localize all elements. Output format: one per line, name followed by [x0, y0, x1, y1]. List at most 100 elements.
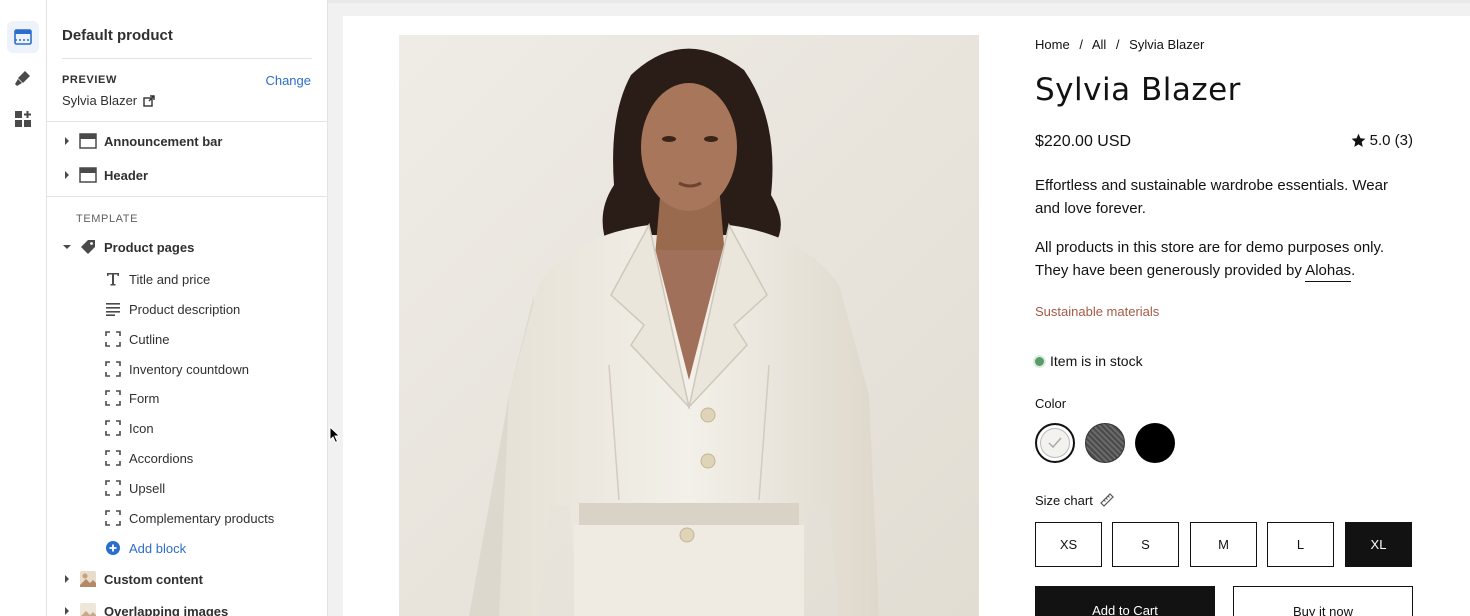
- breadcrumb: Home / All / Sylvia Blazer: [1035, 37, 1210, 52]
- block-label: Inventory countdown: [129, 361, 249, 377]
- size-option-s[interactable]: S: [1112, 522, 1179, 567]
- block-form[interactable]: Form: [103, 386, 159, 410]
- block-label: Title and price: [129, 271, 211, 287]
- breadcrumb-home[interactable]: Home: [1035, 37, 1070, 52]
- block-label: Upsell: [129, 480, 166, 496]
- add-block-button[interactable]: Add block: [103, 536, 186, 560]
- plus-circle-icon: [103, 538, 123, 558]
- size-option-xs[interactable]: XS: [1035, 522, 1102, 567]
- breadcrumb-all[interactable]: All: [1092, 37, 1106, 52]
- add-block-label: Add block: [129, 540, 187, 556]
- caret-right-icon[interactable]: [62, 575, 72, 583]
- app-block-icon: [103, 388, 123, 408]
- block-inventory-countdown[interactable]: Inventory countdown: [103, 357, 249, 381]
- section-announcement-bar[interactable]: Announcement bar: [62, 129, 222, 153]
- stock-status: Item is in stock: [1035, 353, 1143, 369]
- block-icon[interactable]: Icon: [103, 416, 154, 440]
- size-option-m[interactable]: M: [1190, 522, 1257, 567]
- icon-rail: [0, 0, 47, 616]
- section-label: Header: [104, 167, 149, 183]
- app-block-icon: [103, 448, 123, 468]
- template-title: Default product: [62, 27, 173, 44]
- section-header[interactable]: Header: [62, 163, 148, 187]
- image-thumbnail-icon: [78, 601, 98, 616]
- buy-it-now-button[interactable]: Buy it now: [1233, 586, 1413, 616]
- app-block-icon: [103, 508, 123, 528]
- size-chart-link[interactable]: Size chart: [1035, 492, 1115, 508]
- size-chart-label: Size chart: [1035, 492, 1093, 508]
- theme-settings-brush-icon[interactable]: [7, 62, 39, 94]
- section-label: Overlapping images: [104, 603, 229, 616]
- app-block-icon: [103, 359, 123, 379]
- product-image[interactable]: [399, 35, 979, 616]
- block-label: Accordions: [129, 450, 194, 466]
- template-label: TEMPLATE: [76, 213, 139, 225]
- layout-section-icon: [78, 165, 98, 185]
- block-accordions[interactable]: Accordions: [103, 446, 193, 470]
- breadcrumb-separator: /: [1115, 37, 1120, 52]
- external-link-icon: [143, 94, 155, 107]
- ruler-icon: [1099, 493, 1114, 507]
- color-swatch-charcoal[interactable]: [1085, 423, 1125, 463]
- block-cutline[interactable]: Cutline: [103, 327, 169, 351]
- stock-label: Item is in stock: [1050, 353, 1143, 369]
- editor-sidebar: Default product PREVIEW Change Sylvia Bl…: [47, 0, 328, 616]
- caret-down-icon[interactable]: [62, 244, 72, 250]
- preview-product-name: Sylvia Blazer: [62, 93, 138, 108]
- tag-icon: [78, 237, 98, 257]
- size-option-xl[interactable]: XL: [1345, 522, 1412, 567]
- block-complementary-products[interactable]: Complementary products: [103, 506, 274, 530]
- alohas-link[interactable]: Alohas: [1305, 262, 1352, 282]
- block-title-and-price[interactable]: Title and price: [103, 267, 210, 291]
- add-to-cart-button[interactable]: Add to Cart: [1035, 586, 1215, 616]
- section-label: Product pages: [104, 239, 195, 255]
- block-label: Cutline: [129, 331, 170, 347]
- star-icon: [1351, 133, 1365, 147]
- app-block-icon: [103, 418, 123, 438]
- sections-icon[interactable]: [7, 21, 39, 53]
- check-icon: [1048, 437, 1062, 449]
- section-product-pages[interactable]: Product pages: [62, 235, 194, 259]
- divider: [47, 196, 327, 197]
- change-preview-link[interactable]: Change: [265, 73, 311, 88]
- paragraph-icon: [103, 299, 123, 319]
- product-title: Sylvia Blazer: [1035, 72, 1241, 108]
- section-label: Announcement bar: [104, 133, 223, 149]
- caret-right-icon[interactable]: [62, 171, 72, 179]
- product-description: Effortless and sustainable wardrobe esse…: [1035, 177, 1388, 217]
- color-swatch-black[interactable]: [1135, 423, 1175, 463]
- stock-dot-icon: [1035, 356, 1044, 366]
- breadcrumb-separator: /: [1079, 37, 1083, 52]
- layout-section-icon: [78, 131, 98, 151]
- caret-right-icon[interactable]: [62, 137, 72, 145]
- color-swatch-white[interactable]: [1035, 423, 1075, 463]
- section-overlapping-images[interactable]: Overlapping images: [62, 599, 228, 616]
- sustainable-materials-text: Sustainable materials: [1035, 304, 1160, 319]
- app-block-icon: [103, 478, 123, 498]
- section-custom-content[interactable]: Custom content: [62, 567, 203, 591]
- product-price: $220.00 USD: [1035, 133, 1132, 150]
- block-upsell[interactable]: Upsell: [103, 476, 165, 500]
- image-thumbnail-icon: [78, 569, 98, 589]
- caret-right-icon[interactable]: [62, 607, 72, 615]
- block-label: Form: [129, 390, 160, 406]
- breadcrumb-current: Sylvia Blazer: [1129, 37, 1205, 52]
- divider: [47, 121, 327, 122]
- theme-editor: Default product PREVIEW Change Sylvia Bl…: [0, 0, 1470, 616]
- app-block-icon: [103, 329, 123, 349]
- demo-disclaimer: All products in this store are for demo …: [1035, 236, 1413, 282]
- product-rating: 5.0 (3): [1351, 132, 1413, 149]
- preview-label: PREVIEW: [62, 74, 117, 86]
- section-label: Custom content: [104, 571, 203, 587]
- block-label: Product description: [129, 301, 241, 317]
- block-product-description[interactable]: Product description: [103, 297, 240, 321]
- block-label: Complementary products: [129, 510, 275, 526]
- block-label: Icon: [129, 420, 154, 436]
- preview-canvas: Home / All / Sylvia Blazer Sylvia Blazer…: [328, 0, 1470, 616]
- app-embeds-icon[interactable]: [7, 103, 39, 135]
- top-bar: [328, 0, 1470, 3]
- size-option-l[interactable]: L: [1267, 522, 1334, 567]
- text-icon: [103, 269, 123, 289]
- preview-product[interactable]: Sylvia Blazer: [62, 93, 155, 108]
- storefront-frame: Home / All / Sylvia Blazer Sylvia Blazer…: [343, 16, 1470, 616]
